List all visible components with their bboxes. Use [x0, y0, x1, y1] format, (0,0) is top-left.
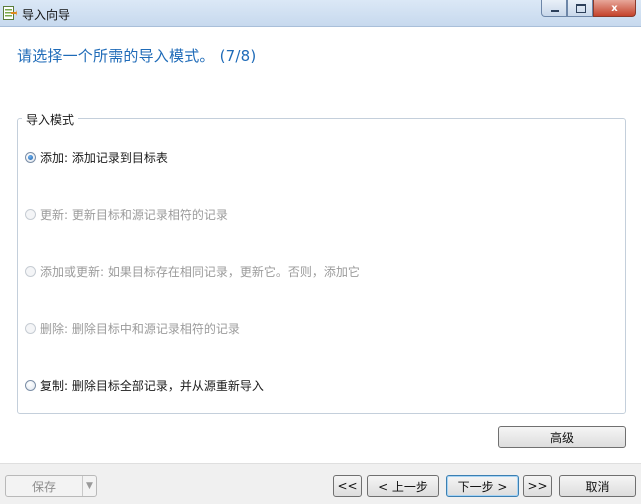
- first-step-button[interactable]: <<: [333, 475, 362, 497]
- triangle-down-icon: ▼: [86, 481, 93, 491]
- window-title: 导入向导: [22, 8, 71, 22]
- save-dropdown-button[interactable]: ▼: [83, 476, 96, 496]
- window-controls: x: [541, 0, 636, 18]
- option-copy[interactable]: 复制: 删除目标全部记录，并从源重新导入: [25, 377, 264, 393]
- import-mode-group-title: 导入模式: [22, 111, 79, 128]
- delete-radio[interactable]: [25, 322, 36, 334]
- next-step-button[interactable]: 下一步 >: [446, 475, 519, 497]
- append-or-update-label: 添加或更新: 如果目标存在相同记录，更新它。否则，添加它: [40, 264, 360, 279]
- import-wizard-window: 导入向导 x 请选择一个所需的导入模式。 (7/8) 导入模式 添加: 添加记录…: [0, 0, 641, 504]
- update-label: 更新: 更新目标和源记录相符的记录: [40, 207, 228, 222]
- title-bar[interactable]: 导入向导 x: [0, 0, 641, 27]
- advanced-button[interactable]: 高级: [498, 426, 626, 448]
- cancel-button[interactable]: 取消: [559, 475, 636, 497]
- close-button[interactable]: x: [593, 0, 636, 17]
- delete-label: 删除: 删除目标中和源记录相符的记录: [40, 321, 240, 336]
- option-append-or-update[interactable]: 添加或更新: 如果目标存在相同记录，更新它。否则，添加它: [25, 263, 360, 279]
- option-update[interactable]: 更新: 更新目标和源记录相符的记录: [25, 206, 228, 222]
- previous-step-button[interactable]: < 上一步: [367, 475, 439, 497]
- maximize-button[interactable]: [567, 0, 593, 17]
- option-delete[interactable]: 删除: 删除目标中和源记录相符的记录: [25, 320, 240, 336]
- append-or-update-radio[interactable]: [25, 265, 36, 277]
- last-step-button[interactable]: >>: [523, 475, 552, 497]
- minimize-icon: [551, 10, 559, 12]
- update-radio[interactable]: [25, 208, 36, 220]
- copy-radio[interactable]: [25, 379, 36, 391]
- minimize-button[interactable]: [541, 0, 567, 17]
- option-append[interactable]: 添加: 添加记录到目标表: [25, 149, 168, 165]
- maximize-icon: [576, 4, 586, 13]
- import-wizard-icon: [3, 6, 17, 20]
- save-split-button[interactable]: 保存 ▼: [5, 475, 97, 497]
- append-label: 添加: 添加记录到目标表: [40, 150, 168, 165]
- save-button[interactable]: 保存: [6, 476, 83, 496]
- close-icon: x: [611, 2, 618, 14]
- append-radio[interactable]: [25, 151, 36, 163]
- wizard-step-heading: 请选择一个所需的导入模式。 (7/8): [17, 47, 257, 65]
- copy-label: 复制: 删除目标全部记录，并从源重新导入: [40, 378, 264, 393]
